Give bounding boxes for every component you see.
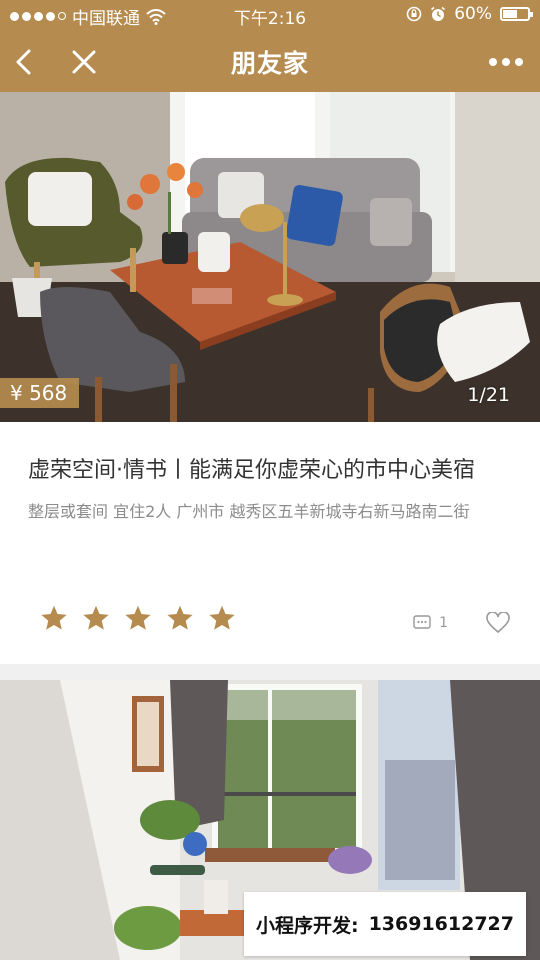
rating-stars <box>40 604 236 632</box>
battery-icon <box>500 7 533 21</box>
star-icon <box>83 605 109 630</box>
page-title: 朋友家 <box>230 49 309 78</box>
more-dots-icon <box>489 58 523 66</box>
alarm-icon <box>431 6 446 21</box>
listing-title[interactable]: 虚荣空间·情书丨能满足你虚荣心的市中心美宿 <box>28 452 512 490</box>
top-bar: 中国联通 下午2:16 60% 朋友家 <box>0 0 540 92</box>
battery-percent: 60% <box>454 4 492 24</box>
star-icon <box>41 605 67 630</box>
listing-card[interactable]: ¥ 568 1/21 虚荣空间·情书丨能满足你虚荣心的市中心美宿 整层或套间 宜… <box>0 92 540 664</box>
promo-banner: 小程序开发: 13691612727 <box>244 892 526 956</box>
status-bar: 中国联通 下午2:16 60% <box>0 0 540 30</box>
heart-icon <box>486 612 510 634</box>
star-icon <box>125 605 151 630</box>
nav-bar: 朋友家 <box>0 30 540 92</box>
promo-phone: 13691612727 <box>368 913 515 935</box>
more-button[interactable] <box>482 42 530 82</box>
star-icon <box>209 605 235 630</box>
living-room-photo <box>0 92 540 422</box>
price-tag: ¥ 568 <box>0 378 80 408</box>
rotation-lock-icon <box>406 6 422 22</box>
promo-label: 小程序开发: <box>255 914 359 937</box>
comment-icon <box>413 615 431 629</box>
star-icon <box>167 605 193 630</box>
listing-photo[interactable]: ¥ 568 1/21 <box>0 92 540 422</box>
comment-button[interactable]: 1 <box>413 615 448 631</box>
favorite-button[interactable] <box>486 612 510 634</box>
listing-details: 整层或套间 宜住2人 广州市 越秀区五羊新城寺右新马路南二街 <box>28 502 470 521</box>
photo-counter: 1/21 <box>467 384 510 406</box>
comment-count: 1 <box>439 615 448 631</box>
